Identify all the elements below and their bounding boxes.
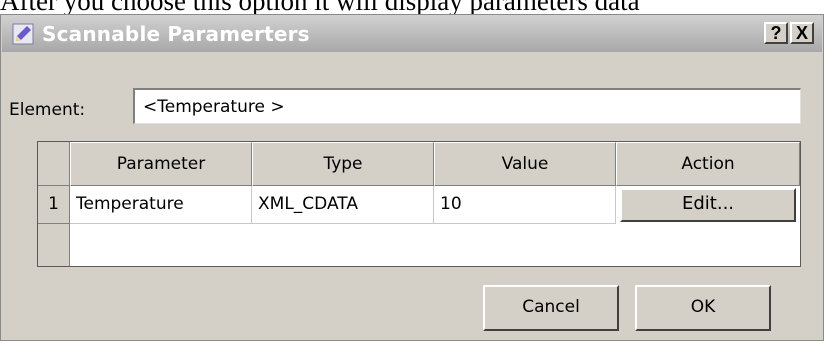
- element-field[interactable]: <Temperature >: [133, 88, 801, 124]
- dialog-window: Scannable Paramerters ? X Element: <Temp…: [0, 14, 824, 341]
- table-corner: [38, 142, 70, 186]
- window-title: Scannable Paramerters: [42, 22, 310, 46]
- row-number[interactable]: 1: [38, 186, 70, 224]
- parameters-table: Parameter Type Value Action 1 Temperatur…: [37, 141, 801, 267]
- column-header-value[interactable]: Value: [434, 142, 616, 186]
- edit-button[interactable]: Edit...: [620, 188, 796, 222]
- column-header-type[interactable]: Type: [252, 142, 434, 186]
- cell-value[interactable]: 10: [434, 186, 616, 224]
- cancel-button[interactable]: Cancel: [483, 285, 619, 331]
- cell-type[interactable]: XML_CDATA: [252, 186, 434, 224]
- pencil-icon: [12, 23, 34, 45]
- empty-row-header: [38, 224, 70, 266]
- help-button[interactable]: ?: [764, 22, 788, 44]
- element-label: Element:: [9, 100, 86, 120]
- ok-button[interactable]: OK: [635, 285, 771, 331]
- title-bar[interactable]: Scannable Paramerters ? X: [2, 16, 822, 52]
- cell-parameter[interactable]: Temperature: [70, 186, 252, 224]
- column-header-parameter[interactable]: Parameter: [70, 142, 252, 186]
- column-header-action[interactable]: Action: [616, 142, 800, 186]
- close-button[interactable]: X: [790, 22, 814, 44]
